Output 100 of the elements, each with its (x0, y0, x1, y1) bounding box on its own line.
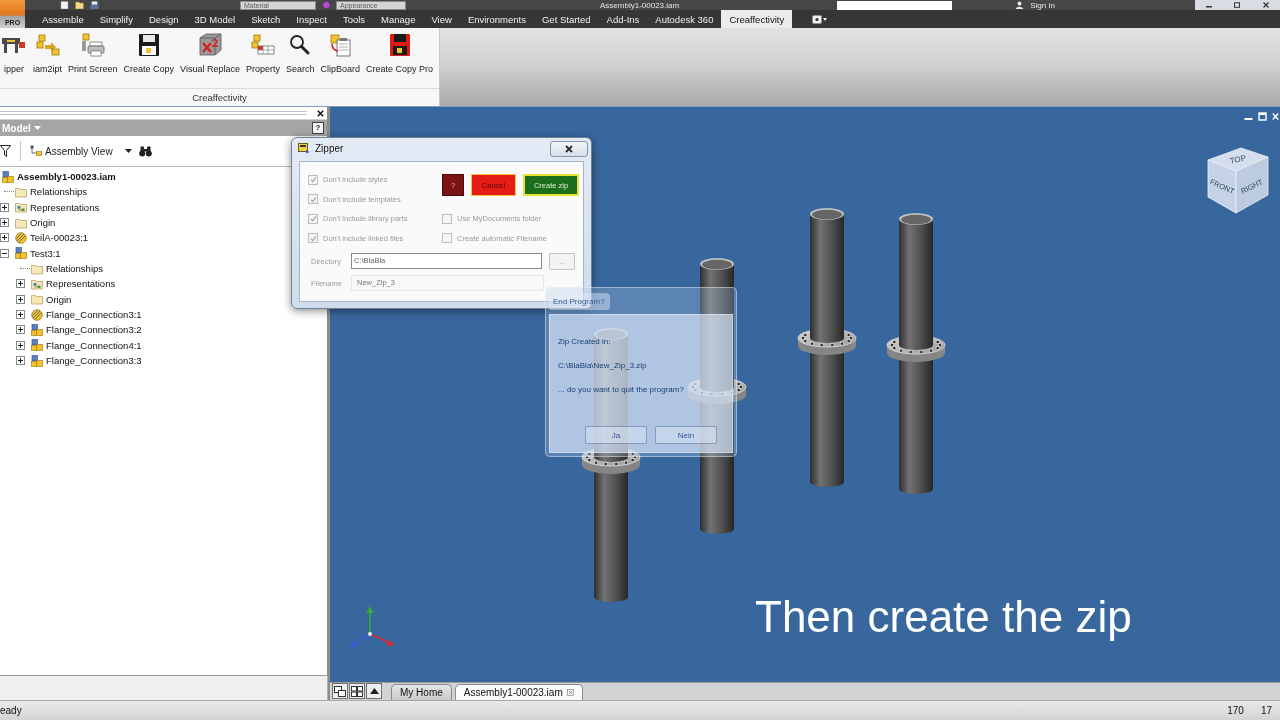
status-message: eady (0, 705, 22, 716)
expand-icon[interactable] (0, 202, 9, 212)
checkbox[interactable] (308, 233, 318, 244)
tree-item[interactable]: Representations (46, 278, 116, 290)
folder-icon (15, 186, 27, 198)
ribbon-button[interactable]: Visual Replace (179, 30, 241, 75)
assembly-view-button[interactable]: Assembly View (30, 145, 113, 157)
ribbon-tab[interactable]: Sketch (243, 10, 289, 28)
tree-item[interactable]: Representations (30, 201, 100, 213)
ribbon-tab[interactable]: View (423, 10, 460, 28)
tree-item[interactable]: Flange_Connection3:3 (46, 355, 142, 367)
checkbox[interactable] (442, 233, 452, 244)
help-button[interactable]: ? (312, 122, 324, 134)
expand-icon[interactable] (0, 233, 9, 243)
window-caret-icon (812, 14, 829, 24)
app-window-icon (298, 143, 310, 154)
cascade-windows-button[interactable] (332, 683, 348, 699)
status-value: 17 (1260, 705, 1272, 716)
status-value: 170 (1227, 705, 1244, 716)
close-button[interactable] (550, 140, 588, 157)
ribbon-button[interactable]: iam2ipt (32, 30, 63, 75)
ribbon-tab[interactable]: Tools (334, 10, 374, 28)
cubes-icon (15, 247, 27, 260)
close-icon[interactable] (1261, 2, 1270, 8)
cubes-icon (31, 339, 43, 352)
cube-face-label: TOP (1229, 153, 1247, 166)
tree-item[interactable]: Assembly1-00023.iam (17, 171, 116, 183)
sign-in-button[interactable]: Sign In (1028, 0, 1058, 10)
ribbon-tab[interactable]: Creaffectivity (721, 10, 793, 28)
dialog-button[interactable]: Nein (655, 426, 717, 444)
color-sphere-icon (322, 1, 331, 9)
search-field[interactable] (837, 0, 953, 10)
window-title: Assembly1-00023.iam (600, 0, 680, 10)
tree-item[interactable]: TeilA-00023:1 (30, 232, 89, 244)
tree-item[interactable]: Flange_Connection3:2 (46, 324, 142, 336)
panel-label: Creaffectivity (0, 88, 439, 106)
ribbon-tab[interactable]: Simplify (91, 10, 141, 28)
dialog-button[interactable]: Ja (585, 426, 647, 444)
restore-icon[interactable] (1233, 2, 1242, 8)
checkbox[interactable] (308, 213, 318, 224)
expand-icon[interactable] (16, 356, 25, 366)
scroll-up-button[interactable] (366, 683, 382, 699)
ribbon-tab[interactable]: Environments (459, 10, 534, 28)
printer-icon (79, 33, 106, 57)
tree-item[interactable]: Test3:1 (30, 247, 61, 259)
checkbox[interactable] (308, 174, 318, 185)
ribbon-button[interactable]: Create Copy Pro (365, 30, 435, 75)
document-tab[interactable]: My Home (391, 684, 452, 700)
ribbon-tab[interactable]: Autodesk 360 (647, 10, 722, 28)
tree-item[interactable]: Origin (46, 293, 72, 305)
cubes-table-icon (249, 33, 276, 57)
expand-icon[interactable] (0, 218, 9, 228)
ribbon-button[interactable]: ipper (0, 30, 28, 75)
checkbox[interactable] (442, 213, 452, 224)
folder-icon (31, 262, 43, 275)
ribbon-tab[interactable]: Manage (373, 10, 424, 28)
expand-icon[interactable] (16, 340, 25, 350)
collapse-icon[interactable] (0, 248, 9, 258)
cubes-arrow-icon (34, 33, 61, 57)
up-triangle-icon (369, 688, 379, 694)
ribbon-button[interactable]: Print Screen (67, 30, 119, 75)
view-cube-icon[interactable] (1207, 147, 1269, 214)
ribbon-tab[interactable]: Design (141, 10, 187, 28)
expand-icon[interactable] (16, 310, 25, 320)
caret-icon (33, 126, 41, 130)
ribbon-button[interactable]: Search (284, 30, 316, 75)
tree-item[interactable]: Relationships (30, 186, 88, 198)
close-icon[interactable] (317, 109, 324, 117)
tile-windows-button[interactable] (349, 683, 365, 699)
expand-icon[interactable] (16, 325, 25, 335)
tree-item[interactable]: Flange_Connection4:1 (46, 339, 142, 351)
document-tab[interactable]: Assembly1-00023.iam (454, 684, 583, 700)
view-dropdown-button[interactable] (124, 149, 132, 153)
dialog-title: End Program? (548, 292, 610, 310)
folder-items-icon (31, 277, 43, 290)
ribbon-tab[interactable]: Get Started (533, 10, 599, 28)
expand-icon[interactable] (16, 294, 25, 304)
ribbon-tab[interactable]: Inspect (288, 10, 335, 28)
ribbon-button[interactable]: Property (244, 30, 281, 75)
find-button[interactable] (138, 145, 152, 157)
dialog-message: ... do you want to quit the program? (558, 384, 685, 396)
cubes-icon (31, 354, 43, 367)
folder-icon (15, 216, 27, 229)
cubes-icon (2, 170, 14, 183)
checkbox[interactable] (308, 194, 318, 205)
filter-button[interactable] (0, 145, 11, 157)
close-icon (565, 144, 573, 153)
tile-windows-icon (351, 685, 363, 697)
ribbon-tab[interactable]: 3D Model (186, 10, 244, 28)
ribbon-button[interactable]: ClipBoard (319, 30, 362, 75)
striped-part-icon (15, 231, 27, 244)
dialog-message: C:\BlaBla\New_Zip_3.zip (558, 360, 648, 372)
ribbon-tab[interactable]: Assemble (34, 10, 92, 28)
tree-item[interactable]: Relationships (46, 263, 104, 275)
ribbon-tab[interactable]: Add-Ins (598, 10, 648, 28)
expand-icon[interactable] (16, 279, 25, 289)
tree-item[interactable]: Flange_Connection3:1 (46, 309, 142, 321)
ribbon-button[interactable]: Create Copy (122, 30, 176, 75)
person-icon (1015, 1, 1025, 9)
tree-item[interactable]: Origin (30, 217, 56, 229)
